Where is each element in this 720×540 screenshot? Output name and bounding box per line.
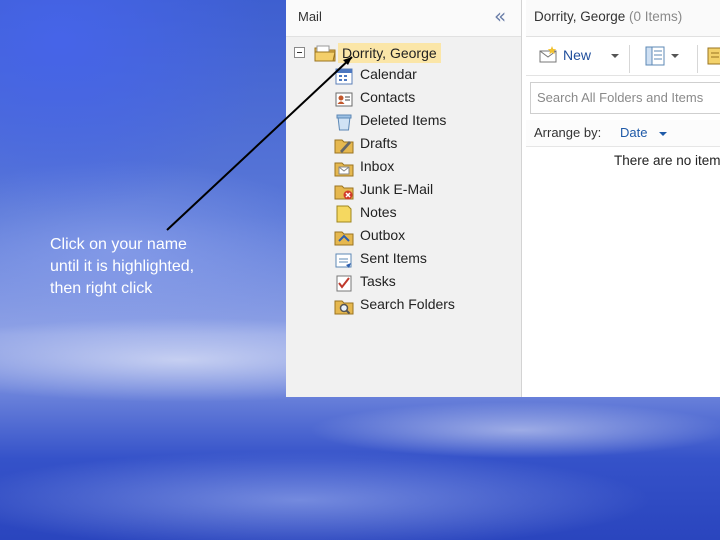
- pointer-arrow: [166, 56, 353, 231]
